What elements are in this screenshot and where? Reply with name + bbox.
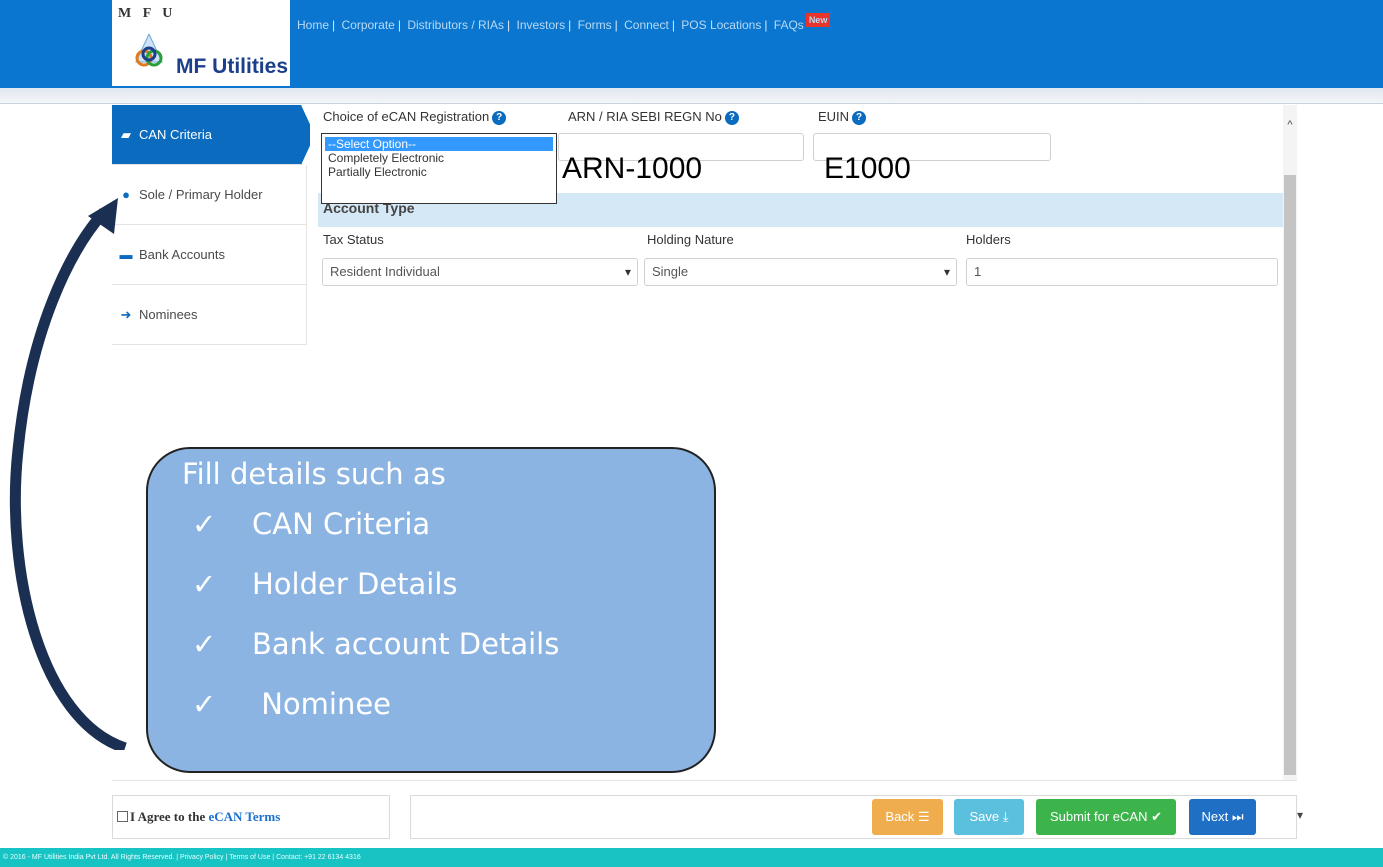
holding-nature-label: Holding Nature (647, 232, 734, 247)
action-bar: Back ☰ Save ⤓ Submit for eCAN ✔ Next ⏭ (410, 795, 1297, 839)
choice-dropdown-list[interactable]: --Select Option-- Completely Electronic … (321, 133, 557, 204)
sidebar-item-label: Bank Accounts (139, 247, 225, 262)
nav-forms[interactable]: Forms (578, 18, 612, 32)
footer: © 2016 - MF Utilities India Pvt Ltd. All… (0, 848, 1383, 867)
new-badge: New (805, 13, 831, 27)
list-icon: ☰ (917, 809, 930, 824)
sidebar-item-label: Sole / Primary Holder (139, 187, 263, 202)
sidebar-item-bank-accounts[interactable]: ▬ Bank Accounts (112, 225, 307, 285)
next-button-label: Next (1201, 809, 1229, 824)
ecan-terms-link[interactable]: eCAN Terms (208, 809, 280, 824)
callout-item: ✓ Bank account Details (192, 627, 559, 661)
tax-status-label: Tax Status (323, 232, 384, 247)
logo-emblem-icon (135, 34, 163, 67)
holders-value: 1 (974, 264, 982, 279)
dropdown-option[interactable]: Partially Electronic (322, 165, 556, 179)
nav-connect[interactable]: Connect (624, 18, 669, 32)
chevron-down-icon: ▾ (624, 265, 631, 279)
next-button[interactable]: Next ⏭ (1189, 799, 1256, 835)
checkmark-icon: ✓ (192, 567, 217, 601)
callout-item-text: CAN Criteria (252, 507, 431, 541)
euin-label: EUIN? (818, 109, 867, 125)
back-button-label: Back (885, 809, 915, 824)
help-icon[interactable]: ? (492, 110, 507, 125)
chevron-down-icon[interactable]: ▾ (1297, 808, 1303, 822)
arn-value: ARN-1000 (562, 152, 703, 185)
submit-button-label: Submit for eCAN (1049, 809, 1148, 824)
back-button[interactable]: Back ☰ (872, 799, 943, 835)
save-button[interactable]: Save ⤓ (954, 799, 1024, 835)
top-header: M F U MF Utilities Home | Corporate | Dist… (0, 0, 1383, 88)
download-icon: ⤓ (1002, 809, 1009, 824)
callout-item-text: Bank account Details (252, 627, 560, 661)
help-icon[interactable]: ? (852, 110, 867, 125)
callout-item: ✓ CAN Criteria (192, 507, 430, 541)
sidebar-item-label: Nominees (139, 307, 198, 322)
step-forward-icon: ⏭ (1231, 809, 1244, 824)
bottom-bar: I Agree to the eCAN Terms Back ☰ Save ⤓ … (112, 780, 1297, 844)
logo-text: MF Utilities (176, 55, 289, 78)
nav-distributors[interactable]: Distributors / RIAs (407, 18, 504, 32)
curved-arrow-icon (9, 198, 127, 750)
callout-item-text: Holder Details (252, 567, 458, 601)
logo[interactable]: M F U MF Utilities (112, 0, 290, 86)
check-icon: ✔ (1151, 809, 1163, 824)
callout-item: ✓ Nominee (192, 687, 391, 721)
holding-nature-select[interactable]: Single ▾ (644, 258, 957, 286)
checkmark-icon: ✓ (192, 687, 217, 721)
help-icon[interactable]: ? (724, 110, 739, 125)
euin-value: E1000 (824, 152, 911, 185)
chevron-up-icon[interactable]: ^ (1283, 119, 1297, 133)
holders-label: Holders (966, 232, 1011, 247)
header-divider (0, 88, 1383, 104)
nav-home[interactable]: Home (297, 18, 329, 32)
callout-box: Fill details such as ✓ CAN Criteria ✓ Hold… (146, 447, 716, 773)
nav-faqs[interactable]: FAQs (774, 18, 804, 32)
logo-letters: M F U (118, 6, 177, 21)
checkmark-icon: ✓ (192, 507, 217, 541)
nav-pos-locations[interactable]: POS Locations (681, 18, 761, 32)
tax-status-value: Resident Individual (330, 264, 440, 279)
dropdown-option[interactable]: --Select Option-- (324, 136, 554, 152)
top-nav: Home | Corporate | Distributors / RIAs | In… (297, 13, 831, 33)
callout-item-text: Nominee (252, 687, 392, 721)
dropdown-option[interactable]: Completely Electronic (322, 151, 556, 165)
arn-label: ARN / RIA SEBI REGN No? (568, 109, 739, 125)
choice-label: Choice of eCAN Registration? (323, 109, 507, 125)
arn-label-text: ARN / RIA SEBI REGN No (568, 109, 722, 124)
nav-corporate[interactable]: Corporate (341, 18, 394, 32)
checkmark-icon: ✓ (192, 627, 217, 661)
sidebar: ▰ CAN Criteria ● Sole / Primary Holder ▬… (112, 105, 315, 345)
save-button-label: Save (969, 809, 1000, 824)
holding-nature-value: Single (652, 264, 689, 279)
sidebar-item-label: CAN Criteria (139, 127, 212, 142)
scrollbar[interactable]: ^ (1283, 105, 1297, 780)
holders-input[interactable]: 1 (966, 258, 1278, 286)
callout-item: ✓ Holder Details (192, 567, 458, 601)
callout-title: Fill details such as (182, 457, 446, 491)
sidebar-item-primary-holder[interactable]: ● Sole / Primary Holder (112, 165, 307, 225)
agree-text: I Agree to the (130, 809, 209, 824)
sidebar-item-nominees[interactable]: ➜ Nominees (112, 285, 307, 345)
sidebar-item-can-criteria[interactable]: ▰ CAN Criteria (112, 105, 315, 165)
chevron-down-icon: ▾ (943, 265, 950, 279)
briefcase-icon: ▰ (121, 126, 131, 142)
scroll-thumb[interactable] (1284, 175, 1296, 775)
agree-checkbox[interactable] (117, 811, 128, 822)
agree-terms[interactable]: I Agree to the eCAN Terms (112, 795, 390, 839)
tax-status-select[interactable]: Resident Individual ▾ (322, 258, 638, 286)
choice-label-text: Choice of eCAN Registration (323, 109, 490, 124)
submit-button[interactable]: Submit for eCAN ✔ (1036, 799, 1176, 835)
euin-label-text: EUIN (818, 109, 850, 124)
nav-investors[interactable]: Investors (516, 18, 565, 32)
